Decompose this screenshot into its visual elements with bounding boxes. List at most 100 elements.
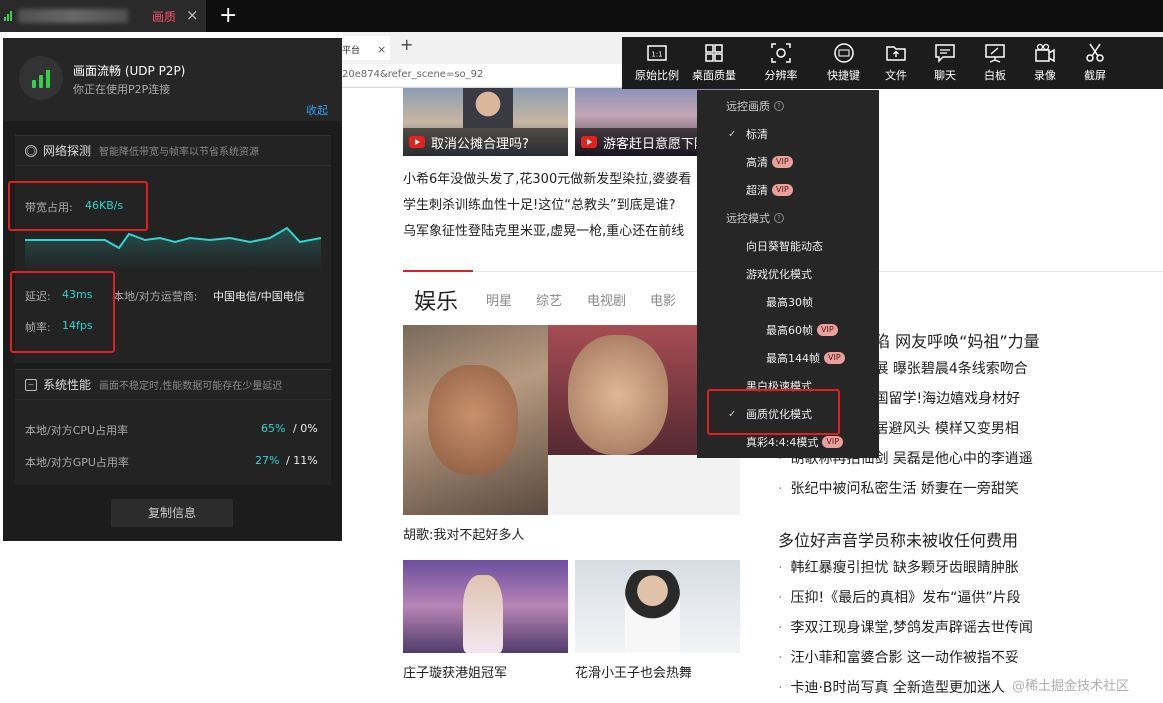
collapse-link[interactable]: 收起	[306, 102, 328, 118]
news-line[interactable]: 学生刺杀训练血性十足!这位“总教头”到底是谁?	[403, 194, 676, 213]
connection-status-title: 画面流畅 (UDP P2P)	[73, 64, 186, 78]
vip-badge: VIP	[824, 352, 845, 364]
option-high[interactable]: 高清 VIP	[697, 150, 879, 174]
camera-icon	[1035, 43, 1055, 63]
vip-badge: VIP	[822, 436, 844, 448]
ent-thumb-1-caption[interactable]: 庄子璇获港姐冠军	[403, 662, 507, 681]
option-label: 高清	[746, 156, 768, 169]
help-icon[interactable]: ?	[774, 101, 784, 111]
toolbar-whiteboard[interactable]: 白板	[970, 37, 1020, 89]
toolbar-record[interactable]: 录像	[1020, 37, 1070, 89]
toolbar-shortcuts[interactable]: 快捷键	[815, 37, 872, 89]
browser-tab-close-icon[interactable]: ×	[377, 43, 386, 56]
highlight-bandwidth	[8, 181, 148, 231]
watermark: @稀土掘金技术社区	[1012, 679, 1130, 694]
grid-icon	[705, 44, 723, 62]
help-icon[interactable]: ?	[774, 213, 784, 223]
ent-thumb-2[interactable]	[575, 560, 740, 653]
ent-thumb-2-caption[interactable]: 花滑小王子也会热舞	[575, 662, 692, 681]
ent-tab-stars[interactable]: 明星	[486, 290, 512, 309]
system-title: 系统性能	[43, 378, 92, 392]
whiteboard-icon	[985, 44, 1005, 63]
vip-badge: VIP	[817, 324, 838, 336]
connection-status-subtitle: 你正在使用P2P连接	[73, 83, 171, 96]
gpu-label: 本地/对方GPU占用率	[25, 456, 129, 469]
option-144fps[interactable]: 最高144帧 VIP	[697, 346, 879, 370]
folder-icon	[886, 46, 906, 61]
right-news-item[interactable]: 李双江现身课堂,梦鸽发声辟谣去世传闻	[778, 617, 1032, 637]
option-ultra[interactable]: 超清 VIP	[697, 178, 879, 202]
toolbar-label: 白板	[984, 69, 1006, 82]
new-tab-button[interactable]: +	[219, 3, 237, 28]
video-caption: 游客赶日意愿下降	[603, 136, 708, 152]
toolbar-label: 桌面质量	[692, 69, 736, 82]
remote-toolbar: 1:1 原始比例 桌面质量 分辨率 快捷键 文件 聊天 白板 录像 截屏	[622, 37, 1163, 89]
option-standard[interactable]: ✓ 标清	[697, 122, 879, 146]
remote-quality-header: 远控画质?	[697, 94, 879, 118]
right-news-item[interactable]: 张纪中被问私密生活 娇妻在一旁甜笑	[778, 478, 1018, 498]
right-headline-2[interactable]: 多位好声音学员称未被收任何费用	[778, 527, 1018, 551]
toolbar-label: 分辨率	[764, 69, 798, 82]
option-label: 超清	[746, 184, 768, 197]
video-caption: 取消公摊合理吗?	[431, 136, 529, 152]
scissors-icon	[1086, 43, 1104, 62]
ent-tab-variety[interactable]: 综艺	[536, 290, 562, 309]
option-label: 最高144帧	[766, 352, 820, 365]
play-icon	[581, 136, 597, 148]
isp-label: 本地/对方运营商:	[113, 290, 198, 303]
highlight-latency-fps	[10, 271, 115, 353]
bandwidth-graph	[25, 226, 321, 270]
person-left-image	[403, 325, 548, 515]
right-news-item[interactable]: 韩红暴瘦引担忧 缺多颗牙齿眼睛肿胀	[778, 557, 1018, 577]
globe-icon: ◯	[25, 144, 37, 157]
news-video-thumb-1[interactable]: 取消公摊合理吗?	[403, 88, 568, 156]
ent-tab-movie[interactable]: 电影	[650, 290, 676, 309]
check-icon: ✓	[728, 128, 737, 140]
right-news-item[interactable]: 卡迪·B时尚写真 全新造型更加迷人	[778, 677, 1005, 697]
option-30fps[interactable]: 最高30帧	[697, 290, 879, 314]
main-ent-image[interactable]	[403, 325, 740, 515]
toolbar-resolution[interactable]: 分辨率	[747, 37, 815, 89]
toolbar-file[interactable]: 文件	[872, 37, 920, 89]
dd-header-label: 远控画质	[726, 100, 770, 113]
network-desc: 智能降低带宽与帧率以节省系统资源	[99, 147, 260, 158]
option-label: 最高60帧	[766, 324, 813, 337]
toolbar-chat[interactable]: 聊天	[920, 37, 970, 89]
main-ent-caption[interactable]: 胡歌:我对不起好多人	[403, 524, 524, 543]
option-label: 游戏优化模式	[746, 268, 812, 281]
ent-thumb-1[interactable]	[403, 560, 568, 653]
cpu-remote-value: / 0%	[293, 422, 318, 435]
option-label: 真彩4:4:4模式	[746, 436, 819, 449]
copy-info-button[interactable]: 复制信息	[111, 499, 233, 527]
system-desc: 画面不稳定时,性能数据可能存在少量延迟	[99, 381, 283, 392]
option-game-mode[interactable]: 游戏优化模式	[697, 262, 879, 286]
toolbar-screenshot[interactable]: 截屏	[1070, 37, 1120, 89]
right-news-item[interactable]: 汪小菲和富婆合影 这一动作被指不妥	[778, 647, 1018, 667]
monitor-icon: ~	[25, 378, 37, 391]
remote-session-tab[interactable]: 画质 ×	[0, 0, 206, 32]
signal-icon	[4, 11, 16, 21]
person-image	[463, 88, 513, 128]
system-section: ~ 系统性能 画面不稳定时,性能数据可能存在少量延迟 本地/对方CPU占用率 6…	[15, 369, 331, 485]
play-icon	[409, 136, 425, 148]
toolbar-desktop-quality[interactable]: 桌面质量	[681, 37, 747, 89]
toolbar-label: 聊天	[934, 69, 956, 82]
news-line[interactable]: 小希6年没做头发了,花300元做新发型染拉,婆婆看	[403, 168, 691, 187]
blurred-session-name	[18, 9, 128, 23]
browser-url-bar[interactable]: 20e874&refer_scene=so_92	[342, 64, 622, 86]
tab-close-icon[interactable]: ×	[186, 6, 199, 24]
section-divider	[403, 270, 473, 272]
news-line[interactable]: 乌军象征性登陆克里米亚,虚晃一枪,重心还在前线	[403, 220, 684, 239]
panel-header: 画面流畅 (UDP P2P) 你正在使用P2P连接 收起	[3, 38, 342, 121]
browser-tab[interactable]: 平台 ×	[342, 36, 390, 60]
network-title: 网络探测	[43, 144, 92, 158]
vip-badge: VIP	[772, 184, 793, 196]
option-60fps[interactable]: 最高60帧 VIP	[697, 318, 879, 342]
toolbar-aspect-ratio[interactable]: 1:1 原始比例	[633, 37, 681, 89]
ent-tab-tv[interactable]: 电视剧	[587, 290, 626, 309]
right-news-item[interactable]: 压抑!《最后的真相》发布“逼供”片段	[778, 587, 1020, 607]
option-smart-dynamic[interactable]: 向日葵智能动态	[697, 234, 879, 258]
gpu-local-value: 27%	[255, 454, 280, 467]
network-section-header: ◯ 网络探测 智能降低带宽与帧率以节省系统资源	[15, 136, 331, 166]
browser-new-tab-button[interactable]: +	[400, 35, 413, 54]
